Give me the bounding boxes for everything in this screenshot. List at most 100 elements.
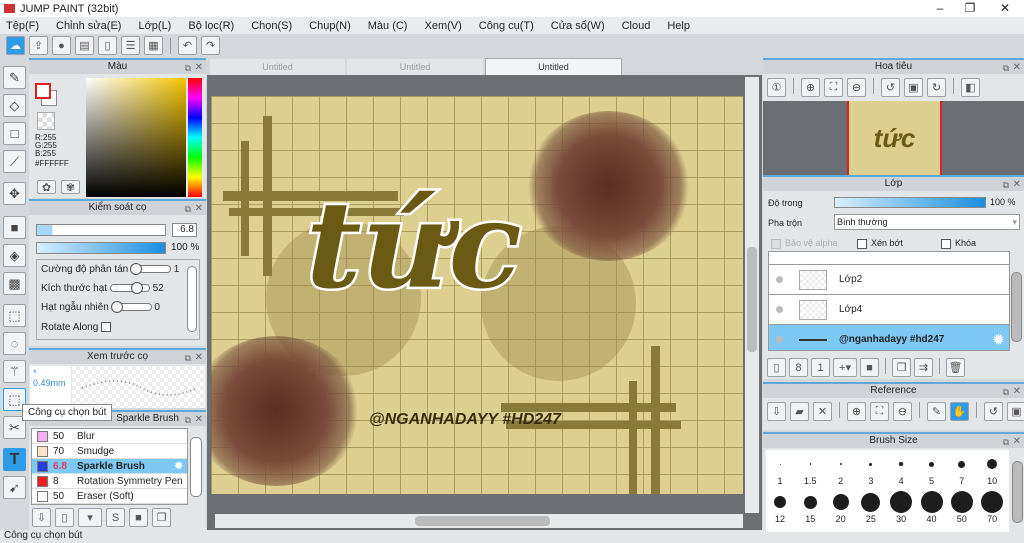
delete-layer-icon[interactable]: 🗑 bbox=[946, 358, 965, 377]
menu-item[interactable]: Help bbox=[667, 20, 690, 32]
float-icon[interactable]: ⧉ bbox=[1003, 385, 1009, 399]
undo-icon[interactable]: ↶ bbox=[178, 36, 197, 55]
brush-settings-icon[interactable]: S bbox=[106, 508, 125, 527]
merge-layer-icon[interactable]: ⇉ bbox=[914, 358, 933, 377]
brush-size-option[interactable]: 25 bbox=[857, 490, 885, 524]
saturation-value-picker[interactable] bbox=[86, 78, 186, 197]
float-icon[interactable]: ⧉ bbox=[185, 413, 191, 427]
brush-size-option[interactable]: 2 bbox=[827, 452, 855, 486]
horizontal-scrollbar[interactable] bbox=[215, 514, 743, 528]
folder-icon[interactable]: ■ bbox=[129, 508, 148, 527]
reset-rotation-icon[interactable]: ▣ bbox=[904, 78, 923, 97]
tab-untitled-3[interactable]: Untitled bbox=[485, 58, 622, 75]
line-tool-icon[interactable]: ⟋ bbox=[3, 150, 26, 173]
brush-opacity-slider[interactable] bbox=[36, 242, 166, 254]
float-icon[interactable]: ⧉ bbox=[1003, 61, 1009, 75]
brush-size-option[interactable]: 70 bbox=[978, 490, 1006, 524]
eraser-tool-icon[interactable]: ◇ bbox=[3, 94, 26, 117]
brush-size-option[interactable]: 7 bbox=[948, 452, 976, 486]
brush-size-option[interactable]: 50 bbox=[948, 490, 976, 524]
brush-size-option[interactable]: 1.5 bbox=[796, 452, 824, 486]
visibility-icon[interactable] bbox=[776, 276, 783, 283]
brush-size-option[interactable]: 20 bbox=[827, 490, 855, 524]
particle-size-slider[interactable] bbox=[109, 282, 150, 295]
rotate-along-option[interactable]: Rotate Along bbox=[41, 321, 115, 334]
reset-icon[interactable]: ▣ bbox=[1007, 402, 1024, 421]
random-slider[interactable] bbox=[110, 301, 152, 314]
menu-item[interactable]: Cửa sổ(W) bbox=[551, 20, 605, 32]
duplicate-icon[interactable]: ❐ bbox=[152, 508, 171, 527]
gear-icon[interactable]: ✹ bbox=[993, 332, 1004, 348]
menu-item[interactable]: Tệp(F) bbox=[6, 20, 39, 32]
fit-icon[interactable]: ⛶ bbox=[870, 402, 889, 421]
brush-size-option[interactable]: 3 bbox=[857, 452, 885, 486]
maximize-button[interactable]: ❐ bbox=[955, 0, 985, 17]
close-reference-icon[interactable]: ✕ bbox=[813, 402, 832, 421]
brush-size-option[interactable]: 40 bbox=[918, 490, 946, 524]
list-settings-icon[interactable]: ☰ bbox=[121, 36, 140, 55]
page-icon[interactable]: ▯ bbox=[98, 36, 117, 55]
lasso-tool-icon[interactable]: ◌ bbox=[3, 332, 26, 355]
menu-item[interactable]: Xem(V) bbox=[424, 20, 461, 32]
close-icon[interactable]: ✕ bbox=[1013, 385, 1021, 399]
redo-icon[interactable]: ↷ bbox=[201, 36, 220, 55]
download-brush-icon[interactable]: ⇩ bbox=[32, 508, 51, 527]
navigator-preview[interactable]: tức bbox=[763, 101, 1024, 175]
gradient-tool-icon[interactable]: ▩ bbox=[3, 272, 26, 295]
brush-size-option[interactable]: 5 bbox=[918, 452, 946, 486]
lasso-move-tool-icon[interactable]: ➹ bbox=[3, 476, 26, 499]
menu-item[interactable]: Bộ lọc(R) bbox=[188, 20, 234, 32]
comment-icon[interactable]: ● bbox=[52, 36, 71, 55]
zoom-in-icon[interactable]: ⊕ bbox=[801, 78, 820, 97]
brush-menu-icon[interactable]: ▾ bbox=[78, 508, 102, 527]
magic-wand-tool-icon[interactable]: ⚚ bbox=[3, 360, 26, 383]
folder-icon[interactable]: ■ bbox=[860, 358, 879, 377]
fill-rect-tool-icon[interactable]: ■ bbox=[3, 216, 26, 239]
brush-item[interactable]: 70 Smudge bbox=[32, 444, 187, 459]
brush-tool-icon[interactable]: ✎ bbox=[3, 66, 26, 89]
brush-item[interactable]: 50 Eraser (Soft) bbox=[32, 489, 187, 504]
close-icon[interactable]: ✕ bbox=[195, 61, 203, 75]
menu-item[interactable]: Cloud bbox=[622, 20, 651, 32]
palette-edit-icon[interactable]: ✾ bbox=[61, 180, 80, 194]
layer-opacity-slider[interactable] bbox=[834, 197, 986, 208]
layer-item[interactable] bbox=[769, 252, 1009, 265]
select-rect-tool-icon[interactable]: ⬚ bbox=[3, 304, 26, 327]
close-icon[interactable]: ✕ bbox=[1013, 178, 1021, 192]
rotate-icon[interactable]: ↺ bbox=[984, 402, 1003, 421]
zoom-in-icon[interactable]: ⊕ bbox=[847, 402, 866, 421]
open-folder-icon[interactable]: ▰ bbox=[790, 402, 809, 421]
float-icon[interactable]: ⧉ bbox=[185, 351, 191, 365]
scatter-slider[interactable] bbox=[129, 263, 171, 276]
layer-item[interactable]: Lớp4 bbox=[769, 295, 1009, 325]
flip-icon[interactable]: ◧ bbox=[961, 78, 980, 97]
brush-size-input[interactable]: 6.8 bbox=[172, 223, 197, 237]
new-brush-icon[interactable]: ▯ bbox=[55, 508, 74, 527]
menu-item[interactable]: Chọn(S) bbox=[251, 20, 292, 32]
drawing-canvas[interactable]: tức @NGANHADAYY #HD247 bbox=[211, 96, 743, 494]
menu-item[interactable]: Chỉnh sửa(E) bbox=[56, 20, 121, 32]
rotate-right-icon[interactable]: ↻ bbox=[927, 78, 946, 97]
brush-size-slider[interactable] bbox=[36, 224, 166, 236]
clip-checkbox[interactable]: Xén bớt bbox=[857, 238, 903, 249]
zoom-out-icon[interactable]: ⊖ bbox=[893, 402, 912, 421]
fit-icon[interactable]: ⛶ bbox=[824, 78, 843, 97]
scrollbar[interactable] bbox=[190, 437, 202, 497]
layer-item-selected[interactable]: @nganhadayy #hd247 ✹ bbox=[769, 325, 1009, 350]
palette-icon[interactable]: ✿ bbox=[37, 180, 56, 194]
scrollbar[interactable] bbox=[187, 266, 197, 332]
lock-checkbox[interactable]: Khóa bbox=[941, 238, 976, 249]
duplicate-layer-icon[interactable]: ❐ bbox=[892, 358, 911, 377]
close-icon[interactable]: ✕ bbox=[195, 413, 203, 427]
new-layer-icon[interactable]: ▯ bbox=[767, 358, 786, 377]
zoom-actual-icon[interactable]: ① bbox=[767, 78, 786, 97]
brush-size-option[interactable]: 30 bbox=[887, 490, 915, 524]
transparent-color-swatch[interactable] bbox=[37, 112, 55, 130]
float-icon[interactable]: ⧉ bbox=[185, 61, 191, 75]
cloud-download-icon[interactable]: ⇩ bbox=[767, 402, 786, 421]
rotate-left-icon[interactable]: ↺ bbox=[881, 78, 900, 97]
hue-slider[interactable] bbox=[188, 78, 202, 197]
blend-mode-select[interactable]: Bình thường ▾ bbox=[834, 214, 1020, 230]
bucket-tool-icon[interactable]: ◈ bbox=[3, 244, 26, 267]
float-icon[interactable]: ⧉ bbox=[1003, 435, 1009, 449]
